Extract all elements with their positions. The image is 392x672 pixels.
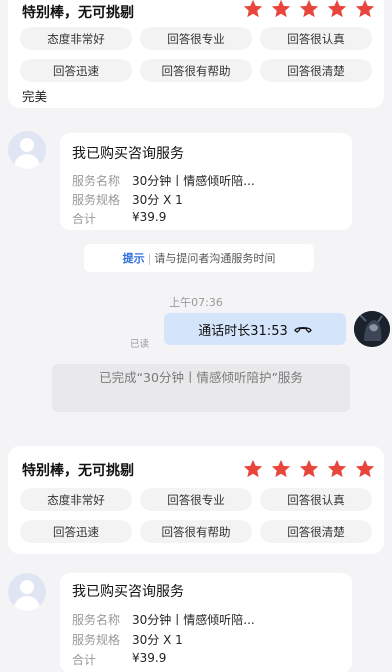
- avatar-body-shape: [14, 154, 40, 169]
- call-duration-bubble[interactable]: 通话时长31:53: [164, 313, 346, 345]
- review-headline: 特别棒，无可挑剔: [22, 5, 134, 21]
- review-headline: 特别棒，无可挑剔: [22, 463, 134, 479]
- tip-text: 请与提问者沟通服务时间: [154, 252, 276, 265]
- order-row: 服务名称 30分钟丨情感倾听陪...: [72, 172, 255, 189]
- review-tag: 态度非常好: [20, 488, 132, 511]
- star-icon: [299, 0, 319, 18]
- review-card: 特别棒，无可挑剔 态度非常好 回答很专业 回答很认真 回答迅速 回答很有帮助 回…: [8, 0, 384, 108]
- user-avatar[interactable]: [354, 311, 390, 347]
- order-row: 服务名称 30分钟丨情感倾听陪...: [72, 611, 255, 628]
- order-row-value: 30分钟丨情感倾听陪...: [132, 174, 255, 188]
- order-row-label: 服务名称: [72, 613, 121, 627]
- star-icon: [327, 459, 347, 478]
- order-row: 服务规格 30分 X 1: [72, 631, 183, 648]
- order-row-value: 30分 X 1: [132, 193, 183, 207]
- message-timestamp: 上午07:36: [169, 296, 223, 309]
- avatar[interactable]: [8, 131, 46, 169]
- review-tags: 态度非常好 回答很专业 回答很认真 回答迅速 回答很有帮助 回答很清楚: [20, 488, 380, 543]
- review-tag: 回答很认真: [260, 27, 372, 50]
- order-row-label: 服务规格: [72, 193, 121, 207]
- order-row-value: ¥39.9: [132, 210, 167, 224]
- order-row-label: 合计: [72, 653, 97, 667]
- order-row: 合计 ¥39.9: [72, 651, 166, 668]
- review-tags: 态度非常好 回答很专业 回答很认真 回答迅速 回答很有帮助 回答很清楚: [20, 27, 380, 82]
- tip-label: 提示: [122, 252, 145, 265]
- order-row-label: 服务规格: [72, 633, 121, 647]
- order-row: 合计 ¥39.9: [72, 210, 166, 227]
- review-card: 特别棒，无可挑剔 态度非常好 回答很专业 回答很认真 回答迅速 回答很有帮助 回…: [8, 446, 384, 554]
- review-tag: 回答迅速: [20, 520, 132, 543]
- order-row-label: 服务名称: [72, 174, 121, 188]
- star-rating: [242, 0, 376, 20]
- tip-separator: |: [147, 251, 152, 265]
- order-row-label: 合计: [72, 212, 97, 226]
- review-tag: 回答很认真: [260, 488, 372, 511]
- tip-banner: 提示 | 请与提问者沟通服务时间: [84, 244, 314, 272]
- order-row-value: 30分 X 1: [132, 633, 183, 647]
- order-title: 我已购买咨询服务: [72, 584, 184, 600]
- review-tag: 回答很有帮助: [140, 520, 252, 543]
- avatar-head-shape: [20, 580, 34, 594]
- call-duration-text: 通话时长31:53: [198, 323, 288, 339]
- review-tag: 回答迅速: [20, 59, 132, 82]
- system-message: 已完成“30分钟丨情感倾听陪护”服务: [52, 364, 350, 412]
- review-tag: 回答很清楚: [260, 520, 372, 543]
- star-icon: [299, 459, 319, 478]
- star-icon: [271, 459, 291, 478]
- review-tag: 回答很专业: [140, 27, 252, 50]
- review-tag: 回答很专业: [140, 488, 252, 511]
- order-row-value: 30分钟丨情感倾听陪...: [132, 613, 255, 627]
- user-avatar-image: [354, 311, 390, 347]
- order-title: 我已购买咨询服务: [72, 146, 184, 162]
- order-card[interactable]: 我已购买咨询服务 服务名称 30分钟丨情感倾听陪... 服务规格 30分 X 1…: [60, 133, 352, 230]
- order-card[interactable]: 我已购买咨询服务 服务名称 30分钟丨情感倾听陪... 服务规格 30分 X 1…: [60, 573, 352, 672]
- review-tag: 回答很清楚: [260, 59, 372, 82]
- star-icon: [355, 0, 375, 18]
- order-row-value: ¥39.9: [132, 651, 167, 665]
- star-icon: [271, 0, 291, 18]
- phone-icon: [294, 327, 312, 333]
- star-icon: [243, 0, 263, 18]
- star-icon: [243, 459, 263, 478]
- avatar-head-shape: [20, 138, 34, 152]
- read-status: 已读: [130, 339, 150, 350]
- review-tag: 回答很有帮助: [140, 59, 252, 82]
- star-icon: [327, 0, 347, 18]
- order-row: 服务规格 30分 X 1: [72, 191, 183, 208]
- avatar-body-shape: [14, 596, 40, 611]
- review-tag: 态度非常好: [20, 27, 132, 50]
- review-comment: 完美: [22, 89, 48, 104]
- avatar[interactable]: [8, 573, 46, 611]
- star-icon: [355, 459, 375, 478]
- star-rating: [242, 458, 376, 480]
